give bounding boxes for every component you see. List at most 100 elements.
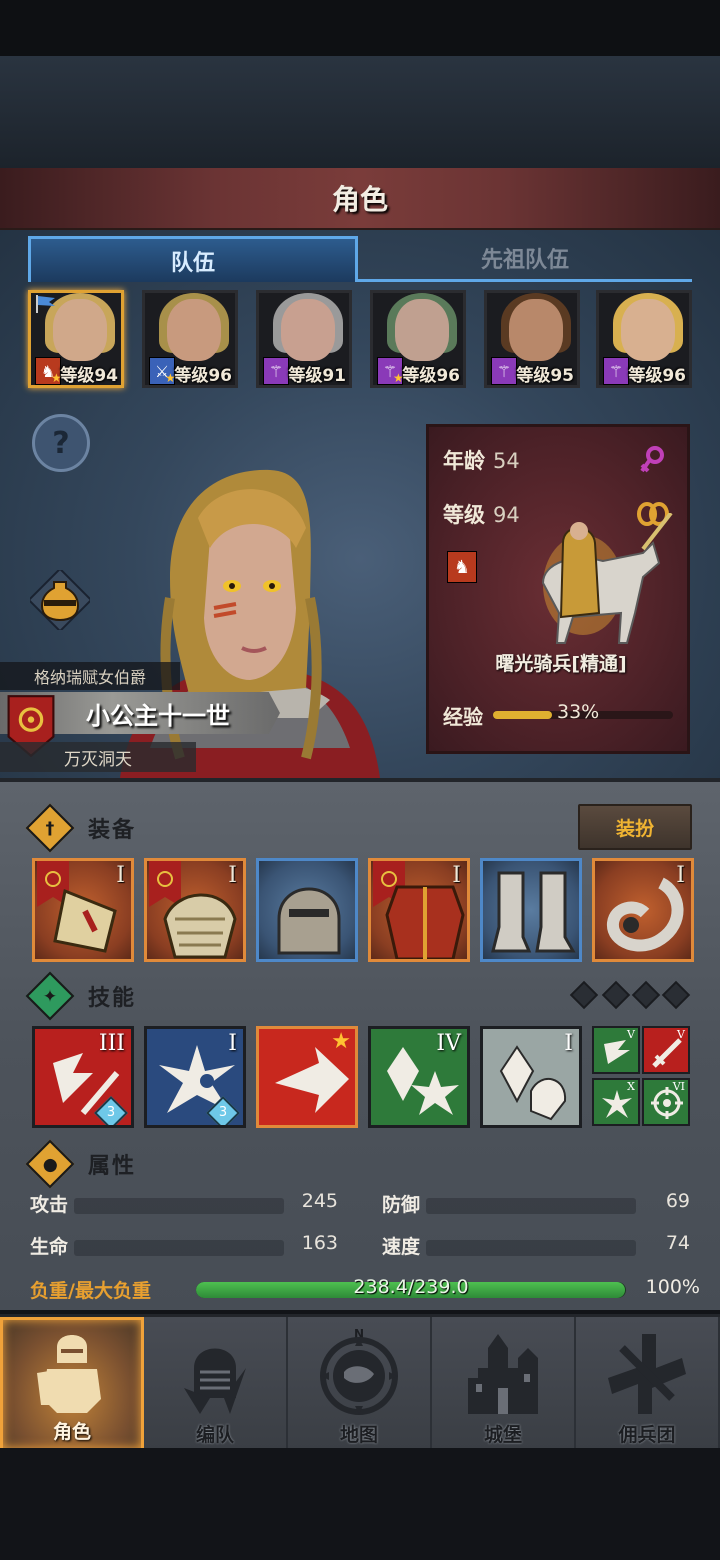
equipment-slot-armor[interactable]: I: [368, 858, 470, 962]
equipment-header: † 装备: [25, 803, 137, 853]
nav-map[interactable]: N 地图: [288, 1317, 432, 1451]
party-member-3[interactable]: ⚚ 等级91: [256, 290, 352, 388]
weight-percent: 100%: [645, 1276, 700, 1298]
question-icon: ?: [52, 425, 70, 461]
stat-label: 防御: [382, 1194, 421, 1216]
portrait-face: [167, 299, 221, 361]
weight-label: 负重/最大负重: [30, 1280, 151, 1302]
stat-bar: [74, 1198, 284, 1214]
skills-section-icon: ✦: [25, 971, 75, 1021]
exp-label: 经验: [443, 705, 483, 729]
attributes-header: ● 属性: [25, 1139, 137, 1189]
skill-slot-5[interactable]: I: [480, 1026, 582, 1128]
equipment-slot-horn[interactable]: I: [592, 858, 694, 962]
equipment-slot-boots[interactable]: [480, 858, 582, 962]
party-level: 等级96: [402, 366, 460, 386]
stat-label: 速度: [382, 1236, 421, 1258]
equipment-slot-helmet[interactable]: [256, 858, 358, 962]
party-level: 等级91: [288, 366, 346, 386]
compass-map-icon: N: [320, 1328, 398, 1415]
unit-class-name: 曙光骑兵[精通]: [495, 653, 627, 675]
level-label: 等级: [443, 503, 485, 527]
portrait-face: [395, 299, 449, 361]
potion-button[interactable]: [30, 570, 90, 630]
stat-value: 69: [665, 1190, 690, 1212]
tab-ancestor-team[interactable]: 先祖队伍: [358, 236, 692, 282]
party-portraits: ♞ ★ 等级94 ⚔ ★ 等级96 ⚚ 等级91 ⚚ ★ 等级96 ⚚ 等级95…: [28, 290, 692, 390]
stat-label: 攻击: [30, 1194, 69, 1216]
skill-slot-4[interactable]: IV: [368, 1026, 470, 1128]
unit-info-card: 年龄 54 等级 94 ♞ 曙光骑兵[精通] 经验 33%: [426, 424, 690, 754]
nav-mercenary[interactable]: 佣兵团: [576, 1317, 720, 1451]
team-tabs: 队伍 先祖队伍: [28, 236, 692, 282]
portrait-face: [621, 299, 675, 361]
weight-value: 238.4/239.0: [353, 1276, 469, 1298]
charge-arrow-icon: [275, 1047, 349, 1113]
helmet-icon: [184, 1348, 246, 1414]
party-level: 等级96: [628, 366, 686, 386]
character-name: 小公主十一世: [86, 701, 230, 730]
skill-slot-2[interactable]: I 3: [144, 1026, 246, 1128]
crystal-shield-icon: [499, 1045, 567, 1121]
dress-up-button[interactable]: 装扮: [578, 804, 692, 850]
party-member-2[interactable]: ⚔ ★ 等级96: [142, 290, 238, 388]
age-label: 年龄: [443, 449, 485, 473]
party-member-4[interactable]: ⚚ ★ 等级96: [370, 290, 466, 388]
pauldron-icon: [163, 893, 237, 959]
nav-label: 城堡: [483, 1424, 522, 1446]
equipment-section-icon: †: [25, 803, 75, 853]
character-epithet: 万灭洞天: [0, 742, 196, 772]
party-level: 等级94: [60, 366, 118, 386]
equipment-slot-pauldron[interactable]: I: [144, 858, 246, 962]
stat-bar: [426, 1240, 636, 1256]
diamond-icon: [601, 980, 631, 1010]
equipment-tier: I: [676, 863, 685, 888]
nav-castle[interactable]: 城堡: [432, 1317, 576, 1451]
role-badge: ⚚: [263, 357, 289, 385]
diamond-icon: [569, 980, 599, 1010]
helmet-icon: [277, 887, 341, 955]
cavalry-class-icon: ♞: [447, 551, 477, 583]
diamond-icon: [631, 980, 661, 1010]
tab-team[interactable]: 队伍: [28, 236, 358, 282]
passive-skill-3[interactable]: X: [592, 1078, 640, 1126]
party-member-6[interactable]: ⚚ 等级96: [596, 290, 692, 388]
female-icon: [640, 446, 664, 473]
nav-formation[interactable]: 编队: [144, 1317, 288, 1451]
party-member-1[interactable]: ♞ ★ 等级94: [28, 290, 124, 388]
bottom-nav: 角色 编队 N 地图 城堡 佣兵团: [0, 1314, 720, 1451]
skill-tier: V: [627, 1028, 635, 1041]
star-burst-icon: ✦: [42, 985, 58, 1007]
skill-tier: III: [98, 1031, 125, 1056]
stat-speed: 速度 74: [382, 1232, 690, 1264]
gem-count: 3: [218, 1105, 228, 1120]
passive-skill-1[interactable]: V: [592, 1026, 640, 1074]
portrait-face: [509, 299, 563, 361]
exp-percent: 33%: [557, 701, 600, 723]
stat-value: 163: [301, 1232, 338, 1254]
nav-label: 地图: [339, 1424, 378, 1446]
skill-tier: IV: [436, 1031, 461, 1056]
skills-title: 技能: [88, 986, 137, 1011]
skill-slot-3[interactable]: ★: [256, 1026, 358, 1128]
passive-skill-2[interactable]: V: [642, 1026, 690, 1074]
passive-skill-4[interactable]: VI: [642, 1078, 690, 1126]
dagger-icon: †: [45, 817, 55, 839]
attributes-title: 属性: [88, 1154, 137, 1179]
skill-slot-1[interactable]: III 3: [32, 1026, 134, 1128]
bottom-spacer: [0, 1448, 720, 1560]
equipment-slot-shield[interactable]: I: [32, 858, 134, 962]
horse-icon: ♞: [453, 556, 471, 578]
gem-count: 3: [106, 1105, 116, 1120]
page-title-banner: 角色: [0, 168, 720, 230]
skill-tier: I: [228, 1031, 237, 1056]
party-member-5[interactable]: ⚚ 等级95: [484, 290, 580, 388]
equipment-title: 装备: [88, 818, 137, 843]
age-value: 54: [493, 449, 520, 473]
unit-mount-image: [541, 513, 673, 644]
exp-bar-fill: [493, 711, 553, 719]
portrait-face: [53, 299, 107, 361]
portrait-face: [281, 299, 335, 361]
nav-character[interactable]: 角色: [0, 1317, 144, 1451]
help-button[interactable]: ?: [32, 414, 90, 472]
